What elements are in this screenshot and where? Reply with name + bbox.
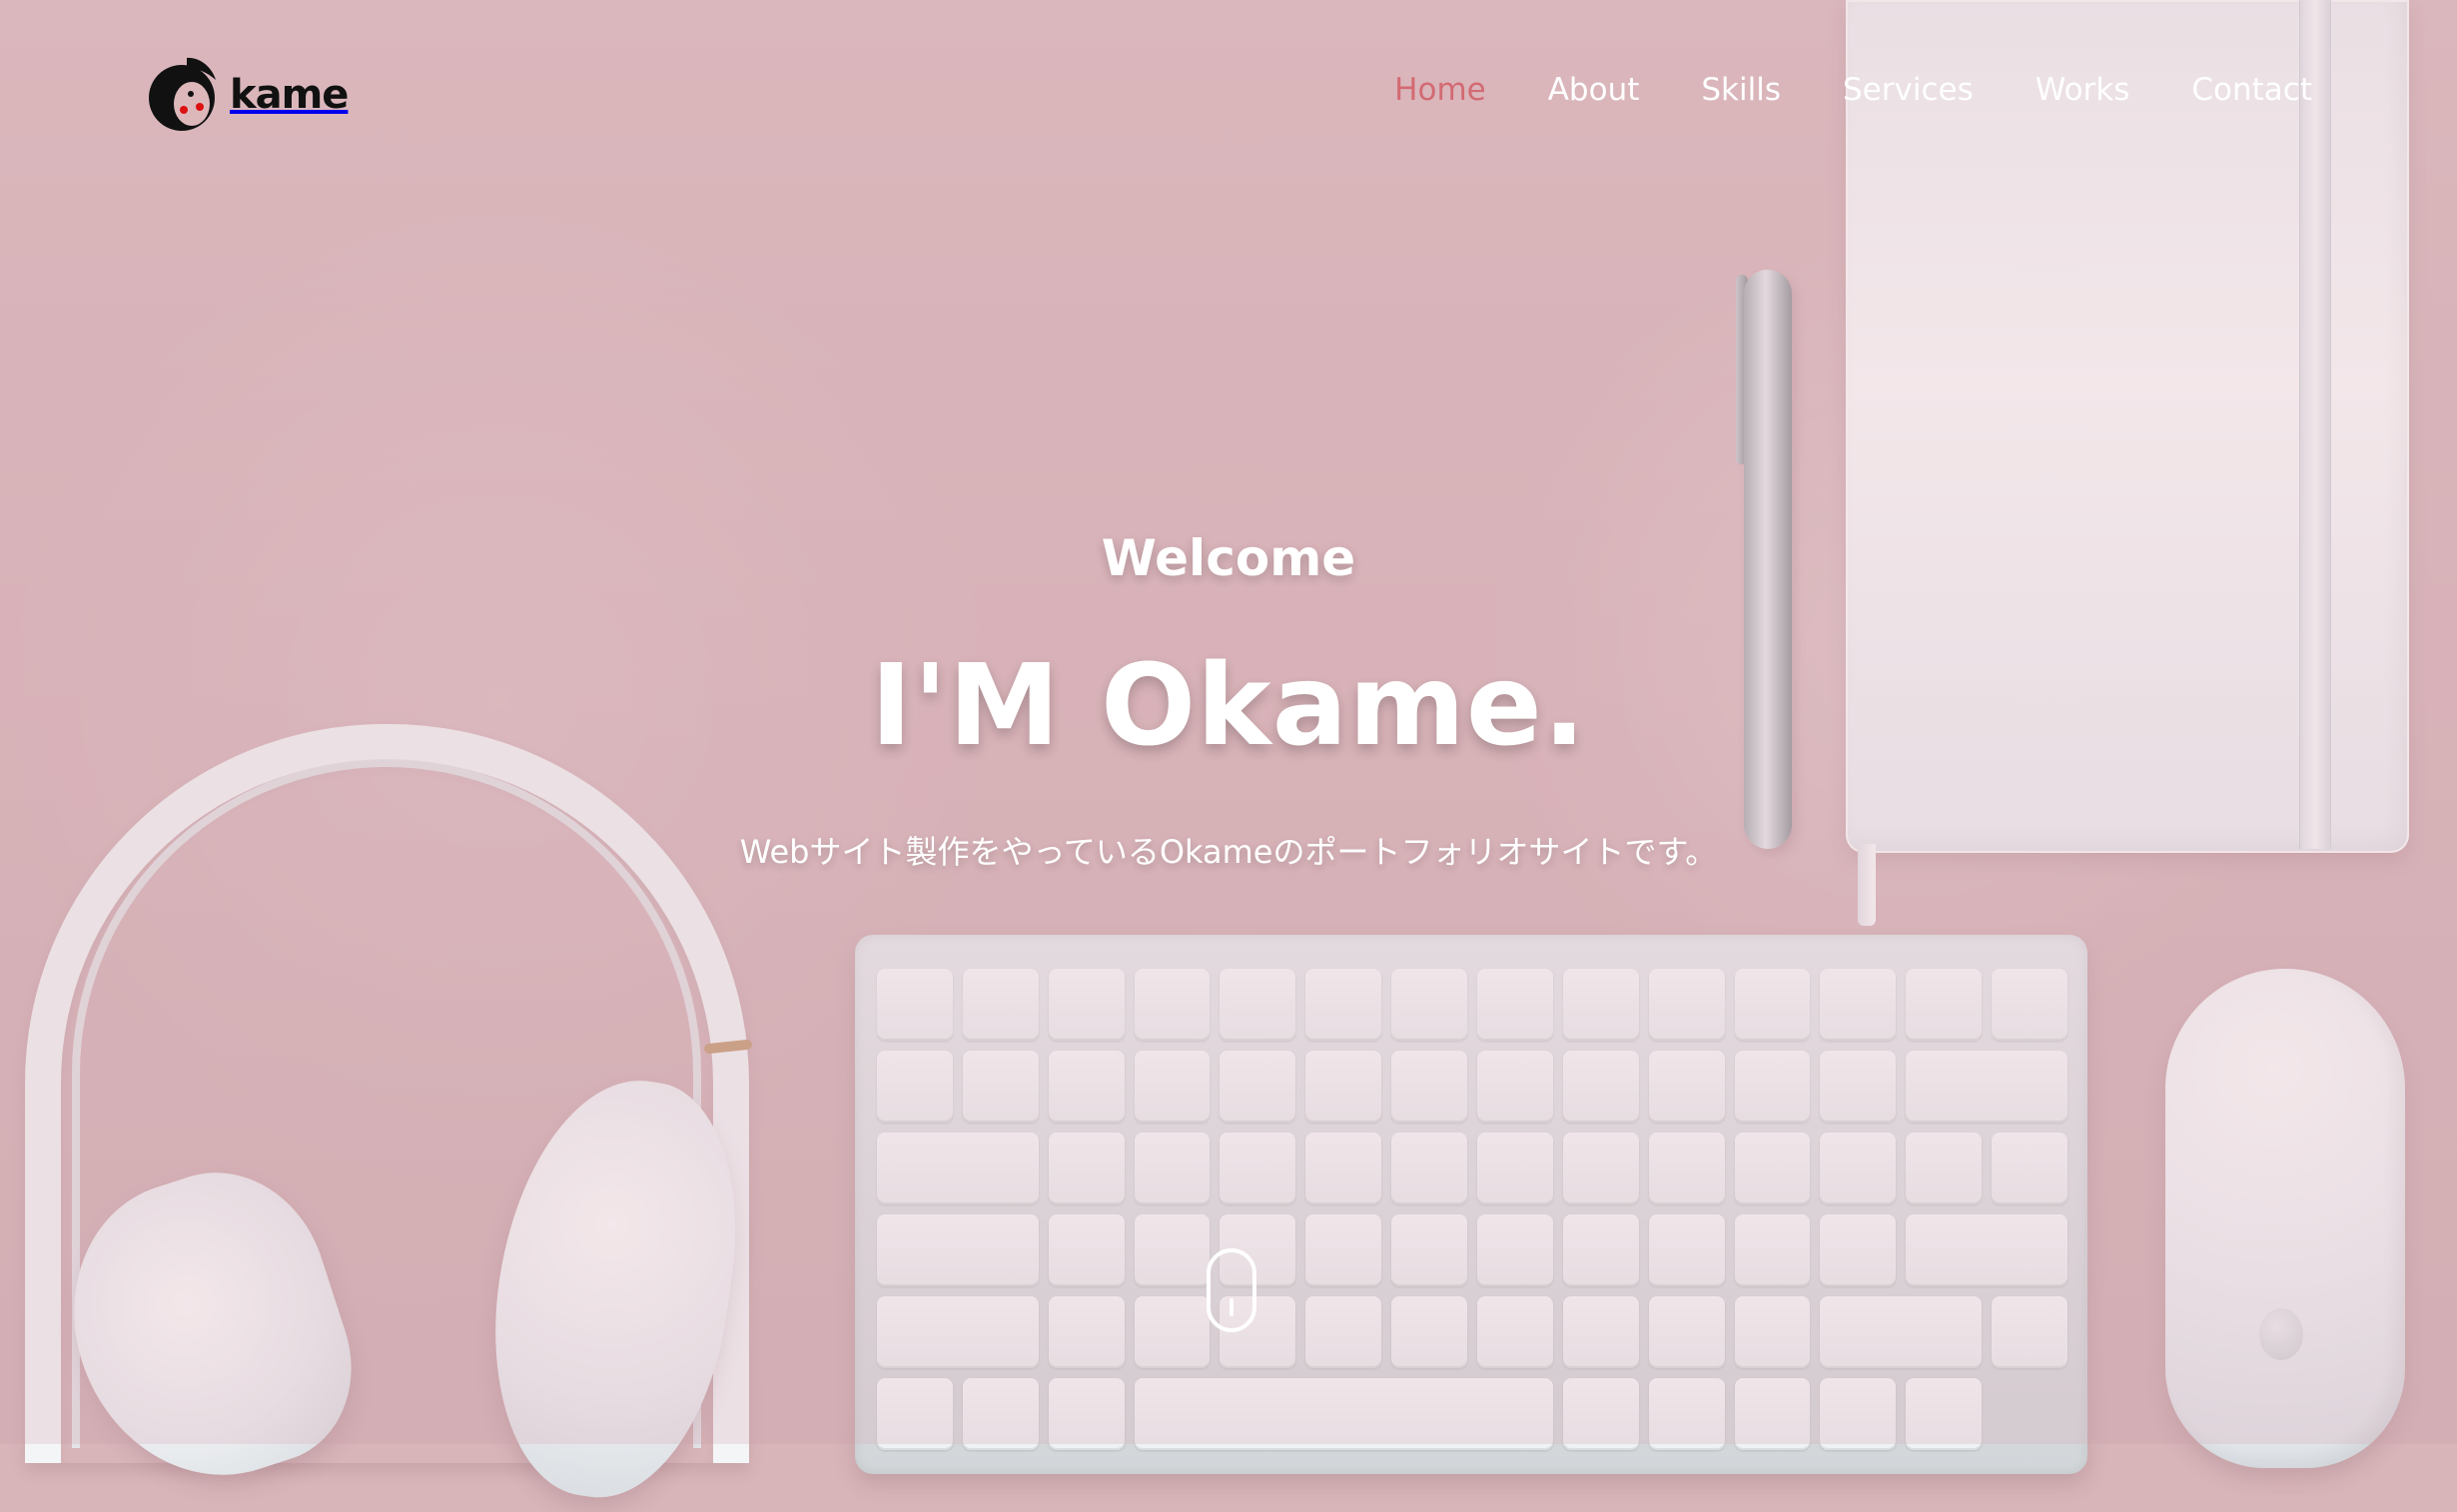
logo-icon — [142, 49, 230, 141]
scroll-wheel-icon — [1229, 1298, 1233, 1316]
nav-home[interactable]: Home — [1394, 72, 1486, 108]
nav-works[interactable]: Works — [2036, 72, 2130, 108]
hero-welcome: Welcome — [1101, 529, 1356, 587]
nav-about[interactable]: About — [1548, 72, 1640, 108]
nav-skills[interactable]: Skills — [1701, 72, 1781, 108]
hero-title: I'M Okame. — [870, 641, 1587, 771]
hero-subtitle: Webサイト製作をやっているOkameのポートフォリオサイトです。 — [739, 833, 1718, 871]
nav-contact[interactable]: Contact — [2191, 72, 2312, 108]
main-nav: Home About Skills Services Works Contact — [1394, 72, 2312, 108]
scroll-mouse-icon[interactable] — [1207, 1248, 1256, 1332]
logo-text: kame — [230, 72, 349, 118]
hero-content: Welcome I'M Okame. Webサイト製作をやっているOkameのポ… — [0, 529, 2457, 873]
nav-services[interactable]: Services — [1843, 72, 1974, 108]
site-logo[interactable]: kame — [142, 49, 349, 141]
